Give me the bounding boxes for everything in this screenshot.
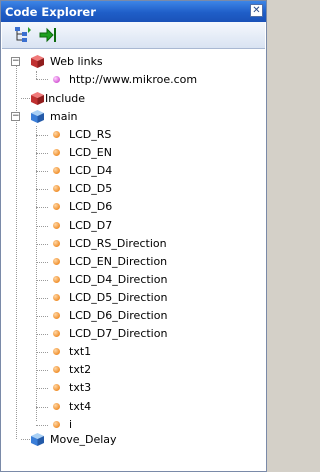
variable-dot-icon <box>53 293 60 301</box>
variable-dot-icon <box>53 167 60 175</box>
variable-dot-icon <box>53 149 60 157</box>
tree-node-label: LCD_EN <box>69 146 112 160</box>
tree-node-label: txt3 <box>69 381 92 395</box>
collapse-icon[interactable]: − <box>11 57 20 66</box>
tree-node-variable[interactable]: LCD_EN_Direction <box>50 253 250 271</box>
variable-dot-icon <box>53 185 60 193</box>
code-tree: − Web links http://www.mikroe.com Includ… <box>2 49 265 470</box>
window-title: Code Explorer <box>5 5 96 19</box>
variable-dot-icon <box>53 348 60 356</box>
tree-node-label: LCD_D5 <box>69 182 113 196</box>
tree-node-variable[interactable]: txt3 <box>50 379 250 397</box>
tree-node-variable[interactable]: LCD_D5 <box>50 180 250 198</box>
red-cube-icon <box>31 55 44 68</box>
tree-node-label: LCD_RS <box>69 128 112 141</box>
blue-cube-icon <box>31 433 44 446</box>
tree-node-label: LCD_D5_Direction <box>69 290 168 304</box>
tree-node-include[interactable]: Include <box>30 90 230 108</box>
tree-node-label: LCD_D6 <box>69 200 113 214</box>
tree-node-label: txt2 <box>69 363 92 377</box>
tree-node-variable[interactable]: txt2 <box>50 361 250 379</box>
variable-dot-icon <box>53 366 60 374</box>
variable-dot-icon <box>53 420 60 428</box>
tree-node-variable[interactable]: LCD_RS <box>50 126 250 144</box>
variable-dot-icon <box>53 330 60 338</box>
tree-node-variable[interactable]: LCD_D4 <box>50 162 250 180</box>
tree-node-label: Include <box>45 92 86 105</box>
variable-dot-icon <box>53 384 60 392</box>
close-button[interactable]: ✕ <box>250 4 263 17</box>
tree-node-link[interactable]: http://www.mikroe.com <box>50 71 250 89</box>
tree-node-label: LCD_RS_Direction <box>69 236 167 250</box>
tree-node-label: Move_Delay <box>50 433 117 446</box>
tree-node-variable[interactable]: LCD_EN <box>50 144 250 162</box>
tree-node-variable[interactable]: LCD_RS_Direction <box>50 235 250 253</box>
code-explorer-window: Code Explorer ✕ − Web links http://www.m… <box>0 0 267 472</box>
variable-dot-icon <box>53 239 60 247</box>
link-dot-icon <box>53 76 60 83</box>
variable-dot-icon <box>53 257 60 265</box>
tree-node-label: txt1 <box>69 345 92 359</box>
tree-node-label: Web links <box>50 55 103 68</box>
tree-node-web-links[interactable]: − Web links <box>11 53 251 71</box>
tree-node-label: main <box>50 110 78 123</box>
tree-node-variable[interactable]: txt4 <box>50 398 250 416</box>
tree-node-variable[interactable]: txt1 <box>50 343 250 361</box>
red-cube-icon <box>31 92 44 105</box>
tree-node-label: LCD_EN_Direction <box>69 254 168 268</box>
tree-node-label: txt4 <box>69 399 92 413</box>
variable-dot-icon <box>53 203 60 211</box>
toolbar <box>2 22 265 49</box>
tree-node-label: LCD_D4 <box>69 164 113 178</box>
tree-node-main[interactable]: − main <box>11 108 211 126</box>
variable-dot-icon <box>53 131 60 138</box>
collapse-icon[interactable]: − <box>11 112 20 121</box>
tree-node-variable[interactable]: LCD_D5_Direction <box>50 289 250 307</box>
tree-node-label: LCD_D6_Direction <box>69 309 168 322</box>
tree-node-label: i <box>69 417 73 431</box>
tree-node-move-delay[interactable]: Move_Delay <box>30 431 230 449</box>
tree-view-icon[interactable] <box>13 25 33 45</box>
jump-to-icon[interactable] <box>38 25 58 45</box>
tree-node-variable[interactable]: LCD_D6_Direction <box>50 307 250 325</box>
blue-cube-icon <box>31 110 44 123</box>
tree-node-label: LCD_D4_Direction <box>69 272 168 286</box>
tree-node-label: LCD_D7 <box>69 218 113 232</box>
tree-node-label: http://www.mikroe.com <box>69 73 198 86</box>
tree-node-variable[interactable]: LCD_D6 <box>50 198 250 216</box>
tree-node-variable[interactable]: LCD_D4_Direction <box>50 271 250 289</box>
tree-node-label: LCD_D7_Direction <box>69 327 168 341</box>
variable-dot-icon <box>53 312 60 319</box>
title-bar: Code Explorer ✕ <box>1 1 266 22</box>
tree-node-variable[interactable]: LCD_D7_Direction <box>50 325 250 343</box>
variable-dot-icon <box>53 221 60 229</box>
variable-dot-icon <box>53 402 60 410</box>
variable-dot-icon <box>53 275 60 283</box>
tree-node-variable[interactable]: LCD_D7 <box>50 217 250 235</box>
